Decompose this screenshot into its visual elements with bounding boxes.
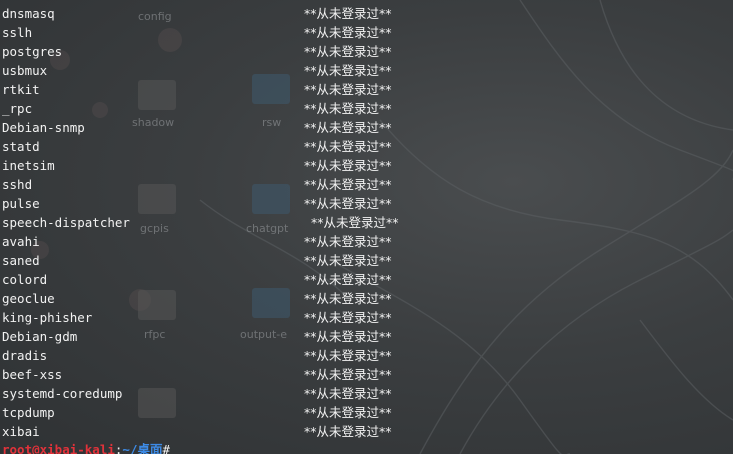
login-status: **从未登录过**: [304, 63, 392, 78]
username: beef-xss: [2, 367, 63, 382]
output-line: sshd **从未登录过**: [2, 175, 722, 194]
username: statd: [2, 139, 40, 154]
username: sslh: [2, 25, 33, 40]
username: Debian-snmp: [2, 120, 85, 135]
login-status: **从未登录过**: [304, 158, 392, 173]
login-status: **从未登录过**: [304, 101, 392, 116]
login-status: **从未登录过**: [304, 25, 392, 40]
username: pulse: [2, 196, 40, 211]
login-status: **从未登录过**: [304, 367, 392, 382]
output-line: _rpc **从未登录过**: [2, 99, 722, 118]
username: xibai: [2, 424, 40, 439]
login-status: **从未登录过**: [304, 386, 392, 401]
login-status: **从未登录过**: [304, 44, 392, 59]
username: inetsim: [2, 158, 55, 173]
login-status: **从未登录过**: [304, 120, 392, 135]
output-line: xibai **从未登录过**: [2, 422, 722, 441]
output-line: statd **从未登录过**: [2, 137, 722, 156]
output-line: Debian-snmp **从未登录过**: [2, 118, 722, 137]
username: king-phisher: [2, 310, 93, 325]
lastlog-output: dnsmasq **从未登录过** sslh **从未登录过** postgres **从…: [2, 4, 722, 441]
prompt-path: ~/桌面: [122, 442, 163, 454]
username: _rpc: [2, 101, 33, 116]
login-status: **从未登录过**: [304, 291, 392, 306]
output-line: geoclue **从未登录过**: [2, 289, 722, 308]
output-line: systemd-coredump **从未登录过**: [2, 384, 722, 403]
output-line: avahi **从未登录过**: [2, 232, 722, 251]
output-line: inetsim **从未登录过**: [2, 156, 722, 175]
login-status: **从未登录过**: [304, 234, 392, 249]
output-line: rtkit **从未登录过**: [2, 80, 722, 99]
username: systemd-coredump: [2, 386, 123, 401]
username: dnsmasq: [2, 6, 55, 21]
username: dradis: [2, 348, 48, 363]
username: saned: [2, 253, 40, 268]
output-line: dnsmasq **从未登录过**: [2, 4, 722, 23]
output-line: pulse **从未登录过**: [2, 194, 722, 213]
login-status: **从未登录过**: [304, 6, 392, 21]
username: geoclue: [2, 291, 55, 306]
login-status: **从未登录过**: [304, 272, 392, 287]
prompt-symbol: #: [162, 442, 171, 454]
username: avahi: [2, 234, 40, 249]
username: rtkit: [2, 82, 40, 97]
terminal-window[interactable]: config shadow rsw gcpis chatgpt rfpc out…: [0, 0, 733, 454]
login-status: **从未登录过**: [304, 329, 392, 344]
login-status: **从未登录过**: [304, 196, 392, 211]
output-line: colord **从未登录过**: [2, 270, 722, 289]
output-line: usbmux **从未登录过**: [2, 61, 722, 80]
login-status: **从未登录过**: [304, 424, 392, 439]
login-status: **从未登录过**: [304, 177, 392, 192]
output-line: postgres **从未登录过**: [2, 42, 722, 61]
login-status: **从未登录过**: [311, 215, 399, 230]
output-line: speech-dispatcher **从未登录过**: [2, 213, 722, 232]
output-line: beef-xss **从未登录过**: [2, 365, 722, 384]
username: speech-dispatcher: [2, 215, 130, 230]
login-status: **从未登录过**: [304, 82, 392, 97]
login-status: **从未登录过**: [304, 253, 392, 268]
username: sshd: [2, 177, 33, 192]
username: colord: [2, 272, 48, 287]
username: Debian-gdm: [2, 329, 78, 344]
output-line: dradis **从未登录过**: [2, 346, 722, 365]
prompt-user-host: root@xibai-kali: [2, 442, 115, 454]
login-status: **从未登录过**: [304, 348, 392, 363]
login-status: **从未登录过**: [304, 310, 392, 325]
output-line: tcpdump **从未登录过**: [2, 403, 722, 422]
output-line: saned **从未登录过**: [2, 251, 722, 270]
username: tcpdump: [2, 405, 55, 420]
username: usbmux: [2, 63, 48, 78]
username: postgres: [2, 44, 63, 59]
output-line: sslh **从未登录过**: [2, 23, 722, 42]
output-line: king-phisher **从未登录过**: [2, 308, 722, 327]
output-line: Debian-gdm **从未登录过**: [2, 327, 722, 346]
login-status: **从未登录过**: [304, 405, 392, 420]
shell-prompt[interactable]: root@xibai-kali:~/桌面#: [2, 440, 170, 454]
login-status: **从未登录过**: [304, 139, 392, 154]
